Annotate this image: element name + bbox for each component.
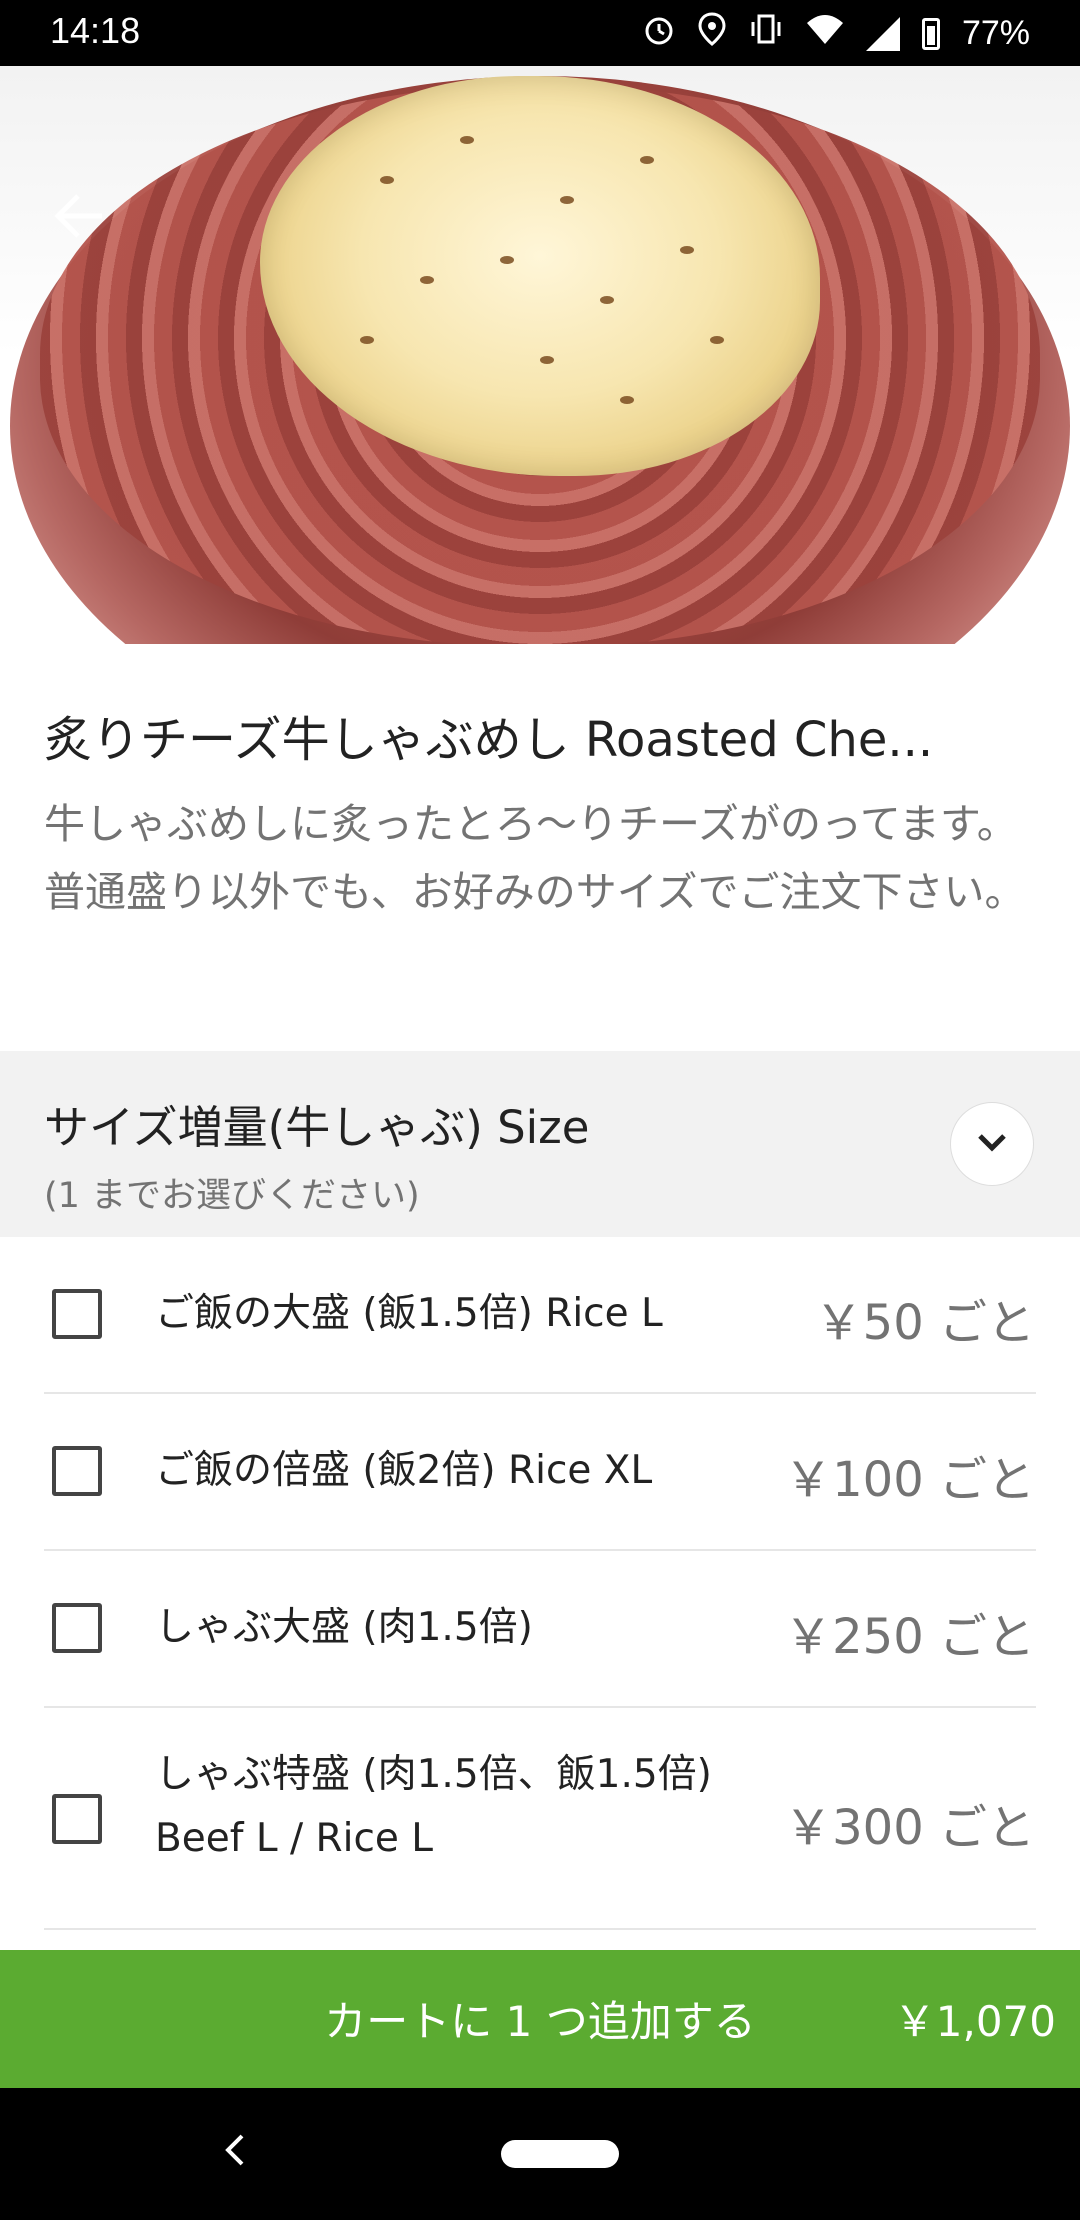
nav-home-pill[interactable] [501,2140,619,2168]
option-price: ￥250 ごと [784,1609,1035,1665]
item-description: 牛しゃぶめしに炙ったとろ〜りチーズがのってます。普通盛り以外でも、お好みのサイズ… [44,800,1026,916]
option-checkbox[interactable] [52,1603,102,1653]
option-price: ￥300 ごと [784,1800,1035,1856]
battery-percent: 77% [961,14,1030,52]
option-checkbox[interactable] [52,1289,102,1339]
back-arrow-icon[interactable] [50,186,110,246]
option-price: ￥50 ごと [814,1295,1035,1351]
chevron-down-icon [974,1130,1010,1158]
option-row[interactable]: しゃぶ大盛 (肉1.5倍) ￥250 ごと [0,1551,1080,1707]
option-label: ご飯の倍盛 (飯2倍) Rice XL [155,1448,653,1493]
divider [44,1928,1036,1930]
option-label: しゃぶ特盛 (肉1.5倍、飯1.5倍) [155,1752,712,1797]
status-time: 14:18 [50,10,141,51]
option-label-line2: Beef L / Rice L [155,1816,434,1861]
add-to-cart-button[interactable]: カートに 1 つ追加する ￥1,070 [0,1950,1080,2088]
option-row[interactable]: ご飯の大盛 (飯1.5倍) Rice L ￥50 ごと [0,1237,1080,1393]
signal-icon [865,16,900,51]
option-price: ￥100 ごと [784,1452,1035,1508]
item-title: 炙りチーズ牛しゃぶめし Roasted Che... [44,712,934,768]
cart-total-price: ￥1,070 [893,1997,1056,2046]
option-label: しゃぶ大盛 (肉1.5倍) [155,1605,533,1650]
option-row[interactable]: ご飯の倍盛 (飯2倍) Rice XL ￥100 ごと [0,1394,1080,1550]
vibrate-icon [748,12,784,55]
section-title: サイズ増量(牛しゃぶ) Size [44,1101,590,1154]
alarm-icon [642,12,676,55]
nav-back-icon[interactable] [220,2128,250,2183]
option-checkbox[interactable] [52,1446,102,1496]
option-row[interactable]: しゃぶ特盛 (肉1.5倍、飯1.5倍) Beef L / Rice L ￥300… [0,1708,1080,1928]
location-icon [698,12,726,55]
status-bar: 14:18 77% [0,0,1080,66]
status-icons: 77% [642,12,1030,55]
system-nav-bar [0,2088,1080,2220]
hero-food-image [0,66,1080,644]
options-section-header[interactable]: サイズ増量(牛しゃぶ) Size (1 までお選びください) [0,1051,1080,1237]
option-checkbox[interactable] [52,1794,102,1844]
collapse-button[interactable] [950,1102,1034,1186]
section-subtitle: (1 までお選びください) [44,1176,420,1216]
wifi-icon [806,13,844,54]
battery-icon [921,17,940,50]
option-label: ご飯の大盛 (飯1.5倍) Rice L [155,1291,663,1336]
